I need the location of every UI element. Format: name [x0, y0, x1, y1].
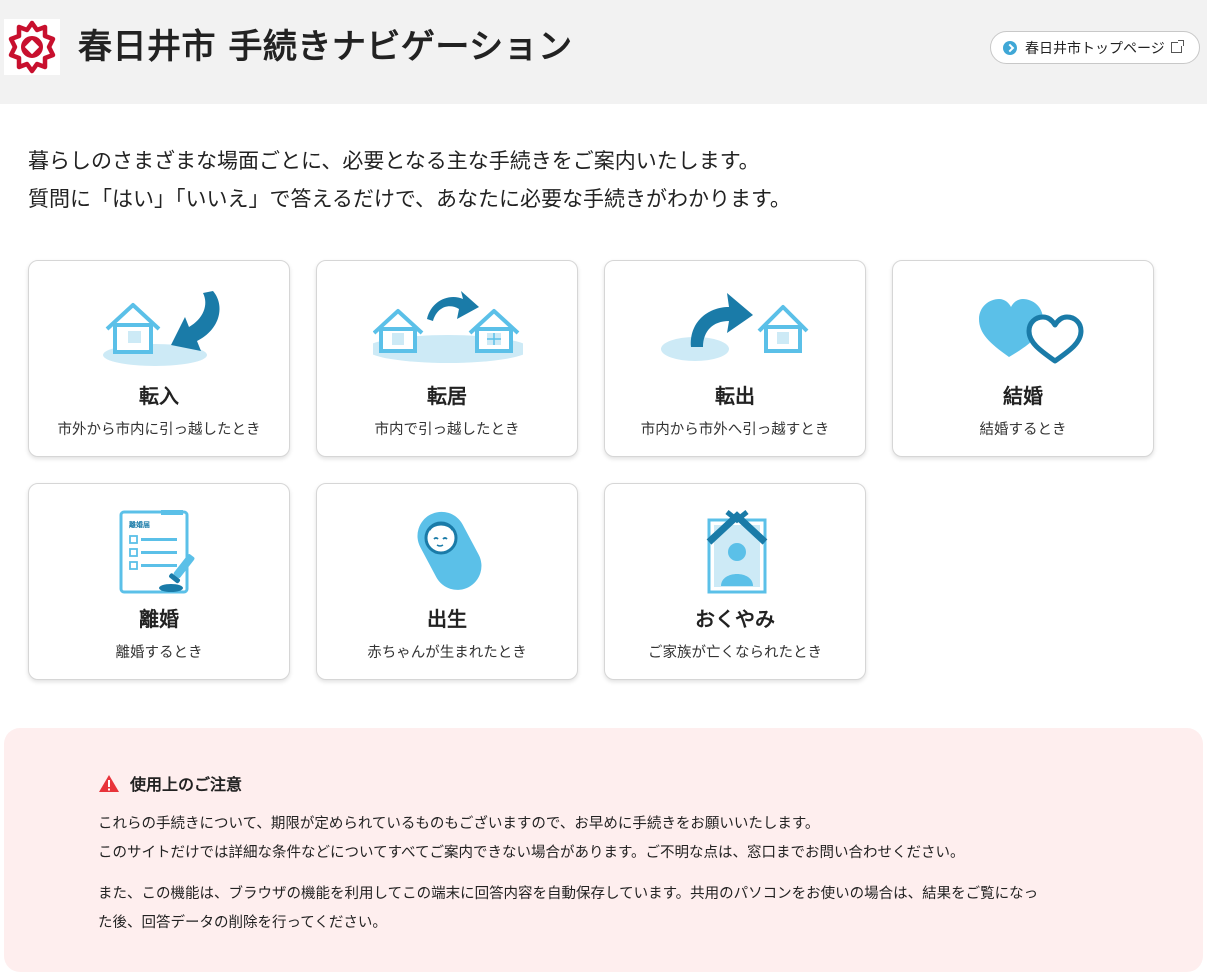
card-move-out[interactable]: 転出 市内から市外へ引っ越すとき [604, 260, 866, 457]
notice-line-1: これらの手続きについて、期限が定められているものもございますので、お早めに手続き… [98, 816, 820, 832]
chevron-right-icon [1003, 40, 1017, 55]
usage-notice: 使用上のご注意 これらの手続きについて、期限が定められているものもございますので… [4, 728, 1203, 972]
city-top-page-link[interactable]: 春日井市トップページ [990, 31, 1200, 64]
hearts-icon [979, 299, 1084, 364]
city-emblem-icon [8, 20, 56, 74]
card-condolence[interactable]: おくやみ ご家族が亡くなられたとき [604, 483, 866, 680]
notice-title-text: 使用上のご注意 [130, 775, 243, 794]
card-divorce[interactable]: 離婚届 離婚 離婚するとき [28, 483, 290, 680]
card-title: 転出 [715, 384, 755, 408]
city-logo[interactable] [4, 19, 60, 75]
warning-icon [99, 774, 119, 792]
card-title: 離婚 [139, 607, 179, 631]
card-subtitle: 離婚するとき [115, 645, 203, 661]
card-title: 転居 [427, 384, 467, 408]
move-in-icon [103, 291, 220, 366]
intro-line-2: 質問に「はい」「いいえ」で答えるだけで、あなたに必要な手続きがわかります。 [28, 187, 791, 211]
card-subtitle: 結婚するとき [979, 422, 1067, 438]
site-title: 春日井市 手続きナビゲーション [78, 27, 573, 67]
card-title: 転入 [139, 384, 179, 408]
card-subtitle: 赤ちゃんが生まれたとき [367, 645, 527, 661]
intro-text: 暮らしのさまざまな場面ごとに、必要となる主な手続きをご案内いたします。 質問に「… [28, 142, 1178, 218]
card-move-in[interactable]: 転入 市外から市内に引っ越したとき [28, 260, 290, 457]
card-marriage[interactable]: 結婚 結婚するとき [892, 260, 1154, 457]
notice-line-3: また、この機能は、ブラウザの機能を利用してこの端末に回答内容を自動保存しています… [98, 886, 1039, 902]
card-subtitle: 市外から市内に引っ越したとき [57, 422, 261, 438]
baby-icon [417, 511, 482, 590]
site-header: 春日井市 手続きナビゲーション 春日井市トップページ [0, 0, 1207, 104]
notice-body: これらの手続きについて、期限が定められているものもございますので、お早めに手続き… [98, 810, 1108, 938]
notice-title: 使用上のご注意 [98, 771, 242, 795]
card-subtitle: 市内から市外へ引っ越すとき [640, 422, 830, 438]
card-relocation[interactable]: 転居 市内で引っ越したとき [316, 260, 578, 457]
memorial-portrait-icon [706, 510, 768, 594]
card-title: 結婚 [1003, 384, 1043, 408]
card-title: 出生 [427, 607, 467, 631]
form-label: 離婚届 [129, 520, 150, 529]
move-out-icon [661, 293, 809, 361]
top-link-label: 春日井市トップページ [1025, 40, 1165, 57]
notice-line-2: このサイトだけでは詳細な条件などについてすべてご案内できない場合があります。ご不… [98, 845, 965, 861]
card-title: おくやみ [695, 607, 775, 631]
external-link-icon [1170, 40, 1184, 53]
divorce-form-icon: 離婚届 [119, 510, 195, 594]
relocation-icon [373, 291, 523, 363]
card-subtitle: ご家族が亡くなられたとき [648, 645, 822, 661]
card-birth[interactable]: 出生 赤ちゃんが生まれたとき [316, 483, 578, 680]
card-subtitle: 市内で引っ越したとき [374, 422, 520, 438]
intro-line-1: 暮らしのさまざまな場面ごとに、必要となる主な手続きをご案内いたします。 [28, 149, 760, 173]
notice-line-4: た後、回答データの削除を行ってください。 [98, 915, 387, 931]
